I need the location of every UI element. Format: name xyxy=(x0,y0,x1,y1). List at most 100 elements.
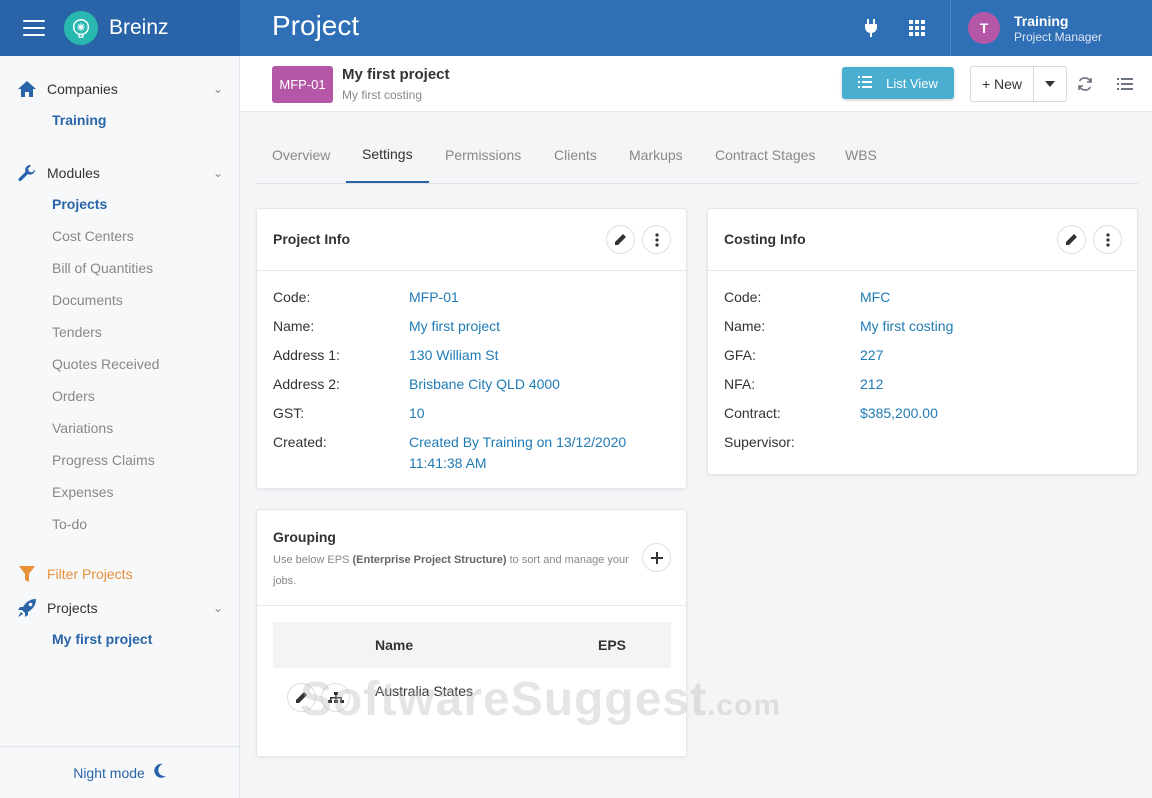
user-name: Training xyxy=(1014,12,1069,29)
list-options-icon[interactable] xyxy=(1113,72,1137,96)
grouping-description: Use below EPS (Enterprise Project Struct… xyxy=(273,554,629,587)
sidebar-item-orders[interactable]: Orders xyxy=(52,388,95,404)
sidebar-item-quotes-received[interactable]: Quotes Received xyxy=(52,356,159,372)
rocket-icon xyxy=(17,598,37,618)
card-header: Grouping Use below EPS (Enterprise Proje… xyxy=(257,510,686,606)
field-label: GFA: xyxy=(724,347,756,363)
sidebar-group-label: Modules xyxy=(47,165,100,181)
field-label: GST: xyxy=(273,405,305,421)
sidebar-item-cost-centers[interactable]: Cost Centers xyxy=(52,228,134,244)
refresh-icon[interactable] xyxy=(1073,72,1097,96)
project-code-badge: MFP-01 xyxy=(272,66,333,103)
field-label: Name: xyxy=(273,318,315,334)
card-title: Grouping xyxy=(273,529,336,545)
tab-wbs[interactable]: WBS xyxy=(829,126,893,183)
tab-permissions[interactable]: Permissions xyxy=(429,126,537,183)
field-value-gst: 10 xyxy=(409,405,425,421)
list-icon xyxy=(858,75,873,91)
sidebar-item-training[interactable]: Training xyxy=(52,112,106,128)
user-role: Project Manager xyxy=(1014,29,1103,44)
column-header-name[interactable]: Name xyxy=(375,637,413,653)
field-value-address1: 130 William St xyxy=(409,347,499,363)
card-header: Costing Info xyxy=(708,209,1137,271)
hierarchy-icon[interactable] xyxy=(321,683,350,712)
brand-area: Breinz xyxy=(0,0,240,56)
field-value-nfa: 212 xyxy=(860,376,884,392)
new-button[interactable]: + New xyxy=(970,66,1034,102)
tab-settings[interactable]: Settings xyxy=(346,126,429,183)
project-info-card: Project Info Code: MFP-01 Name: My first… xyxy=(256,208,687,489)
grouping-card: Grouping Use below EPS (Enterprise Proje… xyxy=(256,509,687,757)
brand-name[interactable]: Breinz xyxy=(109,16,169,40)
chevron-down-icon[interactable]: ⌄ xyxy=(213,601,223,615)
edit-pencil-icon[interactable] xyxy=(287,683,316,712)
plug-icon[interactable] xyxy=(859,16,883,40)
field-value-name: My first project xyxy=(409,318,501,334)
field-label: Contract: xyxy=(724,405,781,421)
field-value-contract: $385,200.00 xyxy=(860,405,938,421)
project-name: My first project xyxy=(342,66,450,83)
edit-pencil-icon[interactable] xyxy=(606,225,635,254)
field-value-code: MFP-01 xyxy=(409,289,459,305)
chevron-down-icon[interactable]: ⌄ xyxy=(213,82,223,96)
filter-projects-label: Filter Projects xyxy=(47,566,133,582)
tab-bar: Overview Settings Permissions Clients Ma… xyxy=(256,126,1138,184)
sidebar-item-progress-claims[interactable]: Progress Claims xyxy=(52,452,155,468)
sidebar-group-modules[interactable]: Modules ⌄ xyxy=(0,161,240,185)
field-label: NFA: xyxy=(724,376,756,392)
brain-logo-icon xyxy=(64,11,98,45)
chevron-down-icon[interactable]: ⌄ xyxy=(213,166,223,180)
tab-contract-stages[interactable]: Contract Stages xyxy=(699,126,831,183)
filter-icon xyxy=(17,564,37,584)
sidebar-item-documents[interactable]: Documents xyxy=(52,292,123,308)
moon-icon xyxy=(153,763,167,782)
field-label: Supervisor: xyxy=(724,434,795,450)
night-mode-label: Night mode xyxy=(73,764,145,781)
edit-pencil-icon[interactable] xyxy=(1057,225,1086,254)
table-row[interactable]: Australia States xyxy=(375,683,473,699)
sidebar-item-tenders[interactable]: Tenders xyxy=(52,324,102,340)
sidebar-item-bill-of-quantities[interactable]: Bill of Quantities xyxy=(52,260,153,276)
sidebar-group-projects[interactable]: Projects ⌄ xyxy=(0,596,240,620)
filter-projects-link[interactable]: Filter Projects xyxy=(0,562,240,586)
card-header: Project Info xyxy=(257,209,686,271)
grouping-table-header: Name EPS xyxy=(273,622,671,668)
field-value-created-time: 11:41:38 AM xyxy=(409,455,487,471)
costing-info-card: Costing Info Code: MFC Name: My first co… xyxy=(707,208,1138,475)
sidebar-group-label: Projects xyxy=(47,600,98,616)
column-header-eps[interactable]: EPS xyxy=(598,637,626,653)
field-label: Code: xyxy=(273,289,311,305)
more-vertical-icon[interactable] xyxy=(1093,225,1122,254)
tab-clients[interactable]: Clients xyxy=(538,126,613,183)
list-view-button[interactable]: List View xyxy=(842,67,954,99)
more-vertical-icon[interactable] xyxy=(642,225,671,254)
sidebar-item-expenses[interactable]: Expenses xyxy=(52,484,113,500)
menu-icon[interactable] xyxy=(23,20,45,36)
field-label: Name: xyxy=(724,318,766,334)
night-mode-toggle[interactable]: Night mode xyxy=(0,746,240,798)
tab-markups[interactable]: Markups xyxy=(613,126,699,183)
page-title: Project xyxy=(272,10,360,41)
add-group-button[interactable] xyxy=(642,543,671,572)
sidebar-item-my-first-project[interactable]: My first project xyxy=(52,631,152,647)
list-view-label: List View xyxy=(886,75,938,91)
field-value-address2: Brisbane City QLD 4000 xyxy=(409,376,560,392)
caret-down-icon[interactable] xyxy=(1033,66,1067,102)
home-icon xyxy=(17,79,37,99)
field-label: Address 2: xyxy=(273,376,340,392)
project-subtitle: My first costing xyxy=(342,88,423,102)
field-label: Address 1: xyxy=(273,347,340,363)
field-value-code: MFC xyxy=(860,289,891,305)
sidebar-item-variations[interactable]: Variations xyxy=(52,420,113,436)
sidebar-item-todo[interactable]: To-do xyxy=(52,516,87,532)
sidebar: Companies ⌄ Training Modules ⌄ Projects … xyxy=(0,56,240,798)
apps-grid-icon[interactable] xyxy=(905,16,929,40)
field-label: Code: xyxy=(724,289,762,305)
user-menu[interactable]: T Training Project Manager xyxy=(950,0,1152,56)
sidebar-item-projects[interactable]: Projects xyxy=(52,196,107,212)
wrench-icon xyxy=(17,163,37,183)
field-value-gfa: 227 xyxy=(860,347,884,363)
sidebar-group-companies[interactable]: Companies ⌄ xyxy=(0,77,240,101)
card-title: Costing Info xyxy=(724,231,806,247)
tab-overview[interactable]: Overview xyxy=(256,126,346,183)
